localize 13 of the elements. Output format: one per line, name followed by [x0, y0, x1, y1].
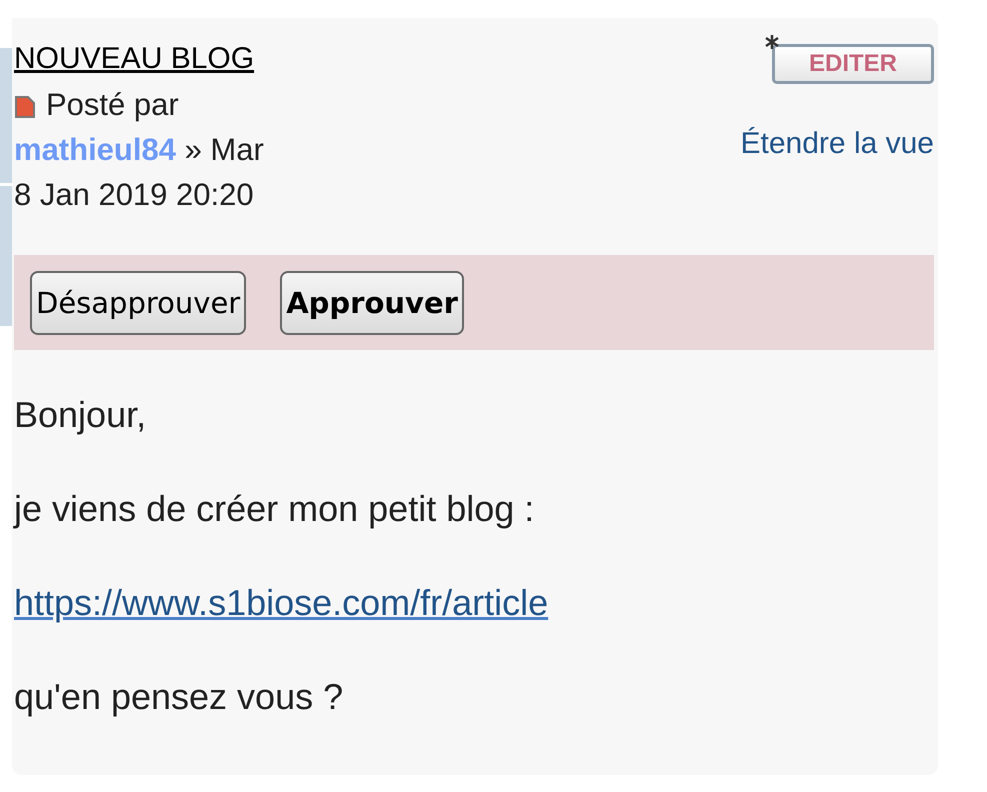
disapprove-button[interactable]: Désapprouver	[30, 270, 246, 334]
asterisk-icon	[764, 34, 780, 50]
blog-link[interactable]: https://www.s1biose.com/fr/article	[14, 582, 548, 623]
document-icon	[14, 94, 36, 119]
message-text: je viens de créer mon petit blog :	[14, 488, 536, 530]
post-title[interactable]: NOUVEAU BLOG	[14, 42, 254, 76]
message-text: qu'en pensez vous ?	[14, 676, 344, 718]
post-weekday: » Mar	[184, 132, 264, 167]
expand-view-link[interactable]: Étendre la vue	[740, 126, 934, 162]
posted-by-label: Posté par	[46, 87, 179, 122]
message-text: Bonjour,	[14, 394, 148, 436]
approve-button[interactable]: Approuver	[280, 270, 464, 334]
post-date: 8 Jan 2019 20:20	[14, 176, 254, 214]
